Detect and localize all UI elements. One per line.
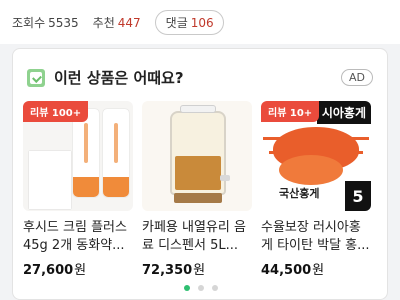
- product-name[interactable]: 후시드 크림 플러스 45g 2개 동화약...: [23, 219, 133, 255]
- review-badge: 리뷰 100+: [23, 101, 89, 122]
- view-count: 조회수 5535: [12, 15, 79, 30]
- review-badge: 리뷰 10+: [261, 101, 320, 122]
- product-carousel[interactable]: 리뷰 100+ 후시드 크림 플러스 45g 2개 동화약... 27,600원…: [23, 101, 371, 278]
- like-count[interactable]: 추천 447: [93, 14, 141, 31]
- cream-tube-graphic: [103, 109, 129, 197]
- product-image[interactable]: [142, 101, 252, 211]
- image-corner-number: 5: [345, 181, 371, 211]
- card-title: 이런 상품은 어때요?: [54, 69, 184, 87]
- product-price: 27,600원: [23, 263, 87, 278]
- image-caption-top: 시아홍게: [316, 101, 371, 124]
- carousel-dot[interactable]: [198, 285, 204, 291]
- product-box-graphic: [29, 151, 71, 209]
- product-item[interactable]: 리뷰 10+ 시아홍게 국산홍게 5 수율보장 러시아홍게 타이탄 박달 홍..…: [261, 101, 371, 278]
- ad-badge[interactable]: AD: [341, 69, 373, 86]
- carousel-pagination: [13, 285, 387, 291]
- carousel-dot[interactable]: [212, 285, 218, 291]
- crab-graphic: [279, 155, 343, 185]
- comment-count-button[interactable]: 댓글 106: [154, 9, 224, 35]
- product-name[interactable]: 수율보장 러시아홍게 타이탄 박달 홍...: [261, 219, 371, 255]
- product-image[interactable]: 리뷰 10+ 시아홍게 국산홍게 5: [261, 101, 371, 211]
- product-price: 72,350원: [142, 263, 206, 278]
- product-item[interactable]: 리뷰 100+ 후시드 크림 플러스 45g 2개 동화약... 27,600원: [23, 101, 133, 278]
- product-price: 44,500원: [261, 263, 325, 278]
- cream-tube-graphic: [73, 109, 99, 197]
- recommended-products-card: 이런 상품은 어때요? AD 리뷰 100+ 후시드 크림 플러스 45g 2개…: [12, 48, 388, 300]
- post-stats-bar: 조회수 5535 추천 447 댓글 106: [0, 0, 400, 44]
- product-item[interactable]: 카페용 내열유리 음료 디스펜서 5L... 72,350원: [142, 101, 252, 278]
- carousel-dot[interactable]: [184, 285, 190, 291]
- card-header: 이런 상품은 어때요?: [27, 67, 184, 88]
- product-image[interactable]: 리뷰 100+: [23, 101, 133, 211]
- product-name[interactable]: 카페용 내열유리 음료 디스펜서 5L...: [142, 219, 252, 255]
- image-caption-bottom: 국산홍게: [279, 187, 320, 200]
- dispenser-stand-graphic: [174, 193, 222, 203]
- dispenser-jar-graphic: [170, 105, 230, 195]
- shopping-check-icon: [27, 68, 45, 87]
